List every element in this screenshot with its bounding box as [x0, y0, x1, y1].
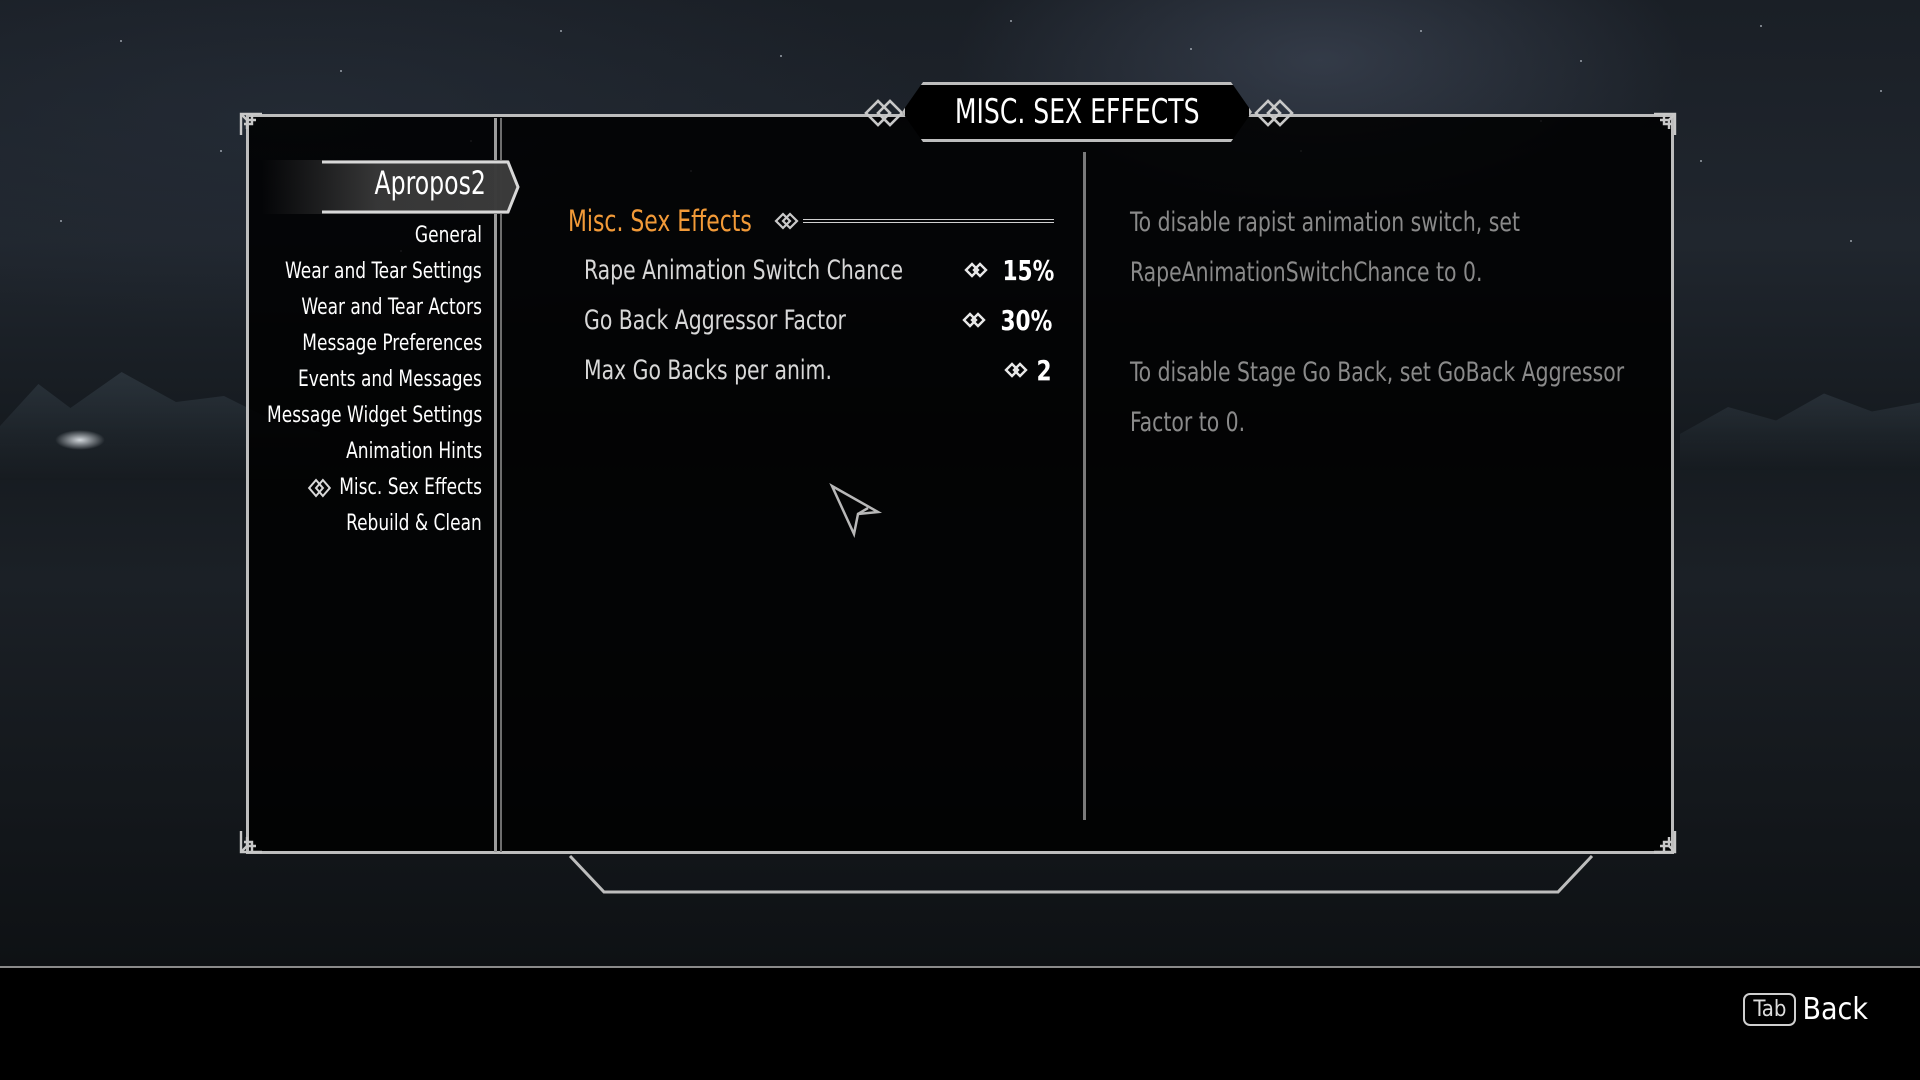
frame-bottom-tray: [568, 854, 1594, 896]
header-knot-icon: [773, 209, 801, 233]
option-label: Go Back Aggressor Factor: [584, 304, 846, 336]
sidebar-item-message-preferences[interactable]: Message Preferences: [302, 326, 482, 362]
sidebar-item-label: Rebuild & Clean: [346, 511, 482, 536]
option-rape-animation-switch-chance[interactable]: Rape Animation Switch Chance 15%: [584, 248, 1054, 292]
mod-tab-apropos2[interactable]: Apropos2: [375, 164, 486, 202]
moon-glow: [55, 430, 105, 450]
star: [1880, 90, 1882, 92]
option-label: Max Go Backs per anim.: [584, 354, 832, 386]
sidebar-item-rebuild-and-clean[interactable]: Rebuild & Clean: [346, 506, 482, 542]
sidebar-menu: General Wear and Tear Settings Wear and …: [232, 218, 482, 542]
corner-ornament-bottom-left-icon: [238, 828, 268, 858]
info-paragraph-1: To disable rapist animation switch, set …: [1130, 207, 1520, 288]
star: [340, 70, 342, 72]
back-button[interactable]: Tab Back: [1743, 992, 1868, 1027]
star: [120, 40, 122, 42]
star: [1010, 20, 1012, 22]
corner-ornament-bottom-right-icon: [1648, 828, 1678, 858]
sidebar-divider: [494, 118, 502, 852]
corner-ornament-top-right-icon: [1648, 108, 1678, 138]
section-rule: [802, 219, 1054, 223]
title-plaque: MISC. SEX EFFECTS: [902, 82, 1252, 142]
info-paragraph-2: To disable Stage Go Back, set GoBack Agg…: [1130, 357, 1625, 438]
mouse-cursor-icon: [828, 482, 884, 538]
option-value-group: 15%: [964, 254, 1054, 287]
sidebar-item-label: Wear and Tear Settings: [285, 259, 482, 284]
star: [1760, 25, 1762, 27]
corner-ornament-top-left-icon: [238, 108, 268, 138]
sidebar-item-label: Misc. Sex Effects: [339, 475, 482, 500]
star: [1190, 48, 1192, 50]
sidebar-item-events-and-messages[interactable]: Events and Messages: [298, 362, 482, 398]
sidebar-item-label: Events and Messages: [298, 367, 482, 392]
sidebar-item-message-widget-settings[interactable]: Message Widget Settings: [267, 398, 482, 434]
sidebar-item-label: General: [414, 223, 482, 248]
sidebar-item-animation-hints[interactable]: Animation Hints: [346, 434, 482, 470]
section-title: Misc. Sex Effects: [568, 204, 752, 238]
star: [1580, 60, 1582, 62]
star: [1700, 160, 1702, 162]
option-max-go-backs-per-anim[interactable]: Max Go Backs per anim. 2: [584, 348, 1052, 392]
sidebar-item-misc-sex-effects[interactable]: Misc. Sex Effects: [307, 470, 482, 506]
sidebar-item-wear-and-tear-actors[interactable]: Wear and Tear Actors: [301, 290, 482, 326]
slider-arrows-icon: [964, 260, 990, 280]
option-go-back-aggressor-factor[interactable]: Go Back Aggressor Factor 30%: [584, 298, 1052, 342]
slider-arrows-icon: [962, 310, 988, 330]
star: [1850, 240, 1852, 242]
option-value: 30%: [1000, 303, 1052, 337]
page-title: MISC. SEX EFFECTS: [954, 92, 1200, 132]
star: [220, 150, 222, 152]
bottom-hint-bar: [0, 966, 1920, 1080]
option-value: 2: [1036, 353, 1052, 387]
sidebar-item-label: Wear and Tear Actors: [301, 295, 482, 320]
star: [1420, 30, 1422, 32]
sidebar-item-label: Message Preferences: [301, 331, 482, 356]
info-panel: To disable rapist animation switch, set …: [1130, 198, 1650, 498]
sidebar-item-general[interactable]: General: [415, 218, 482, 254]
option-value: 15%: [1002, 253, 1055, 287]
content-divider: [1083, 152, 1086, 820]
celtic-knot-right-icon: [1252, 94, 1296, 132]
tab-key-icon: Tab: [1743, 993, 1797, 1026]
sidebar-item-wear-and-tear-settings[interactable]: Wear and Tear Settings: [285, 254, 482, 290]
slider-arrows-icon: [1004, 360, 1030, 380]
back-label: Back: [1802, 992, 1868, 1027]
celtic-knot-left-icon: [862, 94, 906, 132]
star: [780, 55, 782, 57]
title-rule-right: [1296, 114, 1644, 117]
section-header: Misc. Sex Effects: [568, 200, 1054, 242]
sidebar-item-label: Message Widget Settings: [266, 403, 482, 428]
title-rule-left: [300, 114, 862, 117]
sidebar-item-label: Animation Hints: [345, 439, 482, 464]
star: [560, 30, 562, 32]
option-value-group: 30%: [962, 304, 1052, 337]
option-label: Rape Animation Switch Chance: [584, 254, 904, 286]
option-value-group: 2: [1004, 354, 1052, 387]
selected-knot-icon: [307, 475, 333, 501]
star: [60, 220, 62, 222]
